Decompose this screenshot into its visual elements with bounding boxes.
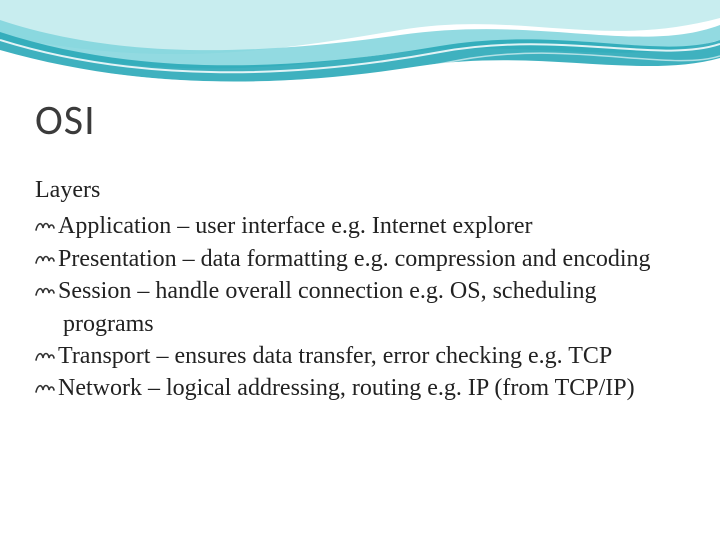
- bullet-list: Application – user interface e.g. Intern…: [35, 210, 685, 404]
- bullet-icon: [35, 278, 55, 303]
- list-item: Presentation – data formatting e.g. comp…: [35, 243, 685, 275]
- bullet-text: Session – handle overall connection e.g.…: [58, 278, 597, 336]
- bullet-icon: [35, 375, 55, 400]
- slide-title: OSI: [35, 95, 685, 146]
- bullet-text: Network – logical addressing, routing e.…: [58, 375, 635, 401]
- bullet-text: Presentation – data formatting e.g. comp…: [58, 246, 651, 272]
- list-item: Application – user interface e.g. Intern…: [35, 210, 685, 242]
- slide-subhead: Layers: [35, 174, 685, 206]
- slide-content: OSI Layers Application – user interface …: [35, 95, 685, 405]
- bullet-text: Application – user interface e.g. Intern…: [58, 213, 532, 239]
- bullet-icon: [35, 213, 55, 238]
- list-item: Session – handle overall connection e.g.…: [35, 275, 685, 340]
- list-item: Network – logical addressing, routing e.…: [35, 372, 685, 404]
- bullet-icon: [35, 343, 55, 368]
- bullet-icon: [35, 246, 55, 271]
- bullet-text: Transport – ensures data transfer, error…: [58, 343, 612, 369]
- list-item: Transport – ensures data transfer, error…: [35, 340, 685, 372]
- wave-decoration: [0, 0, 720, 100]
